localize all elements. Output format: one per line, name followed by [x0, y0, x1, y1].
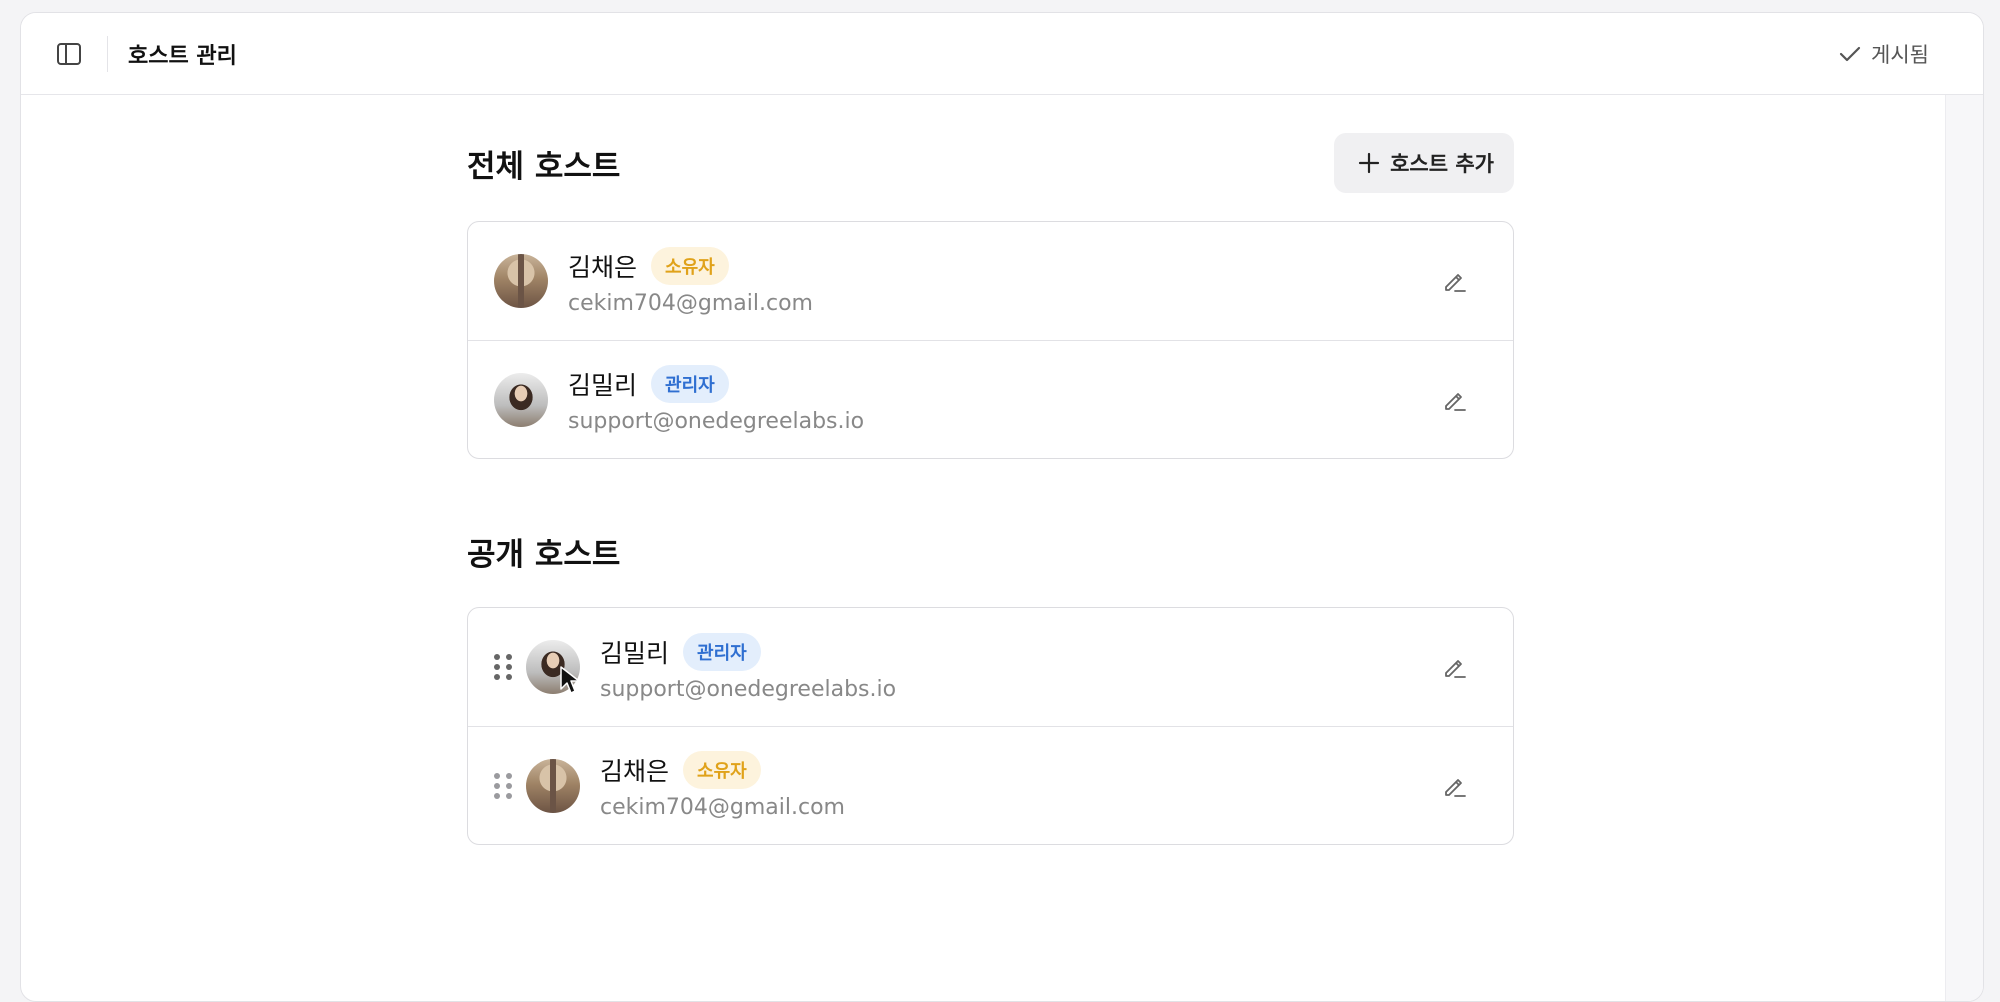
host-name: 김밀리 — [568, 371, 638, 400]
edit-pencil-icon[interactable] — [1435, 380, 1475, 420]
host-name: 김밀리 — [600, 638, 670, 668]
host-row: 김밀리 관리자 support@onedegreelabs.io — [468, 340, 1513, 458]
all-hosts-list: 김채은 소유자 cekim704@gmail.com 김밀리 관리자 suppo… — [467, 221, 1514, 459]
mouse-cursor-icon — [560, 666, 580, 694]
published-status: 게시됨 — [1839, 39, 1929, 69]
sidebar-toggle-icon[interactable] — [49, 34, 89, 74]
avatar — [494, 372, 548, 427]
role-badge: 관리자 — [651, 365, 729, 403]
host-row[interactable]: 김밀리 관리자 support@onedegreelabs.io — [468, 608, 1513, 726]
host-name: 김채은 — [568, 252, 638, 282]
host-name: 김채은 — [600, 757, 670, 786]
role-badge: 관리자 — [683, 632, 761, 671]
host-email: cekim704@gmail.com — [568, 290, 813, 316]
host-email: support@onedegreelabs.io — [568, 409, 865, 434]
right-rail — [1945, 95, 1983, 1001]
host-email: support@onedegreelabs.io — [600, 676, 897, 702]
plus-icon — [1358, 152, 1380, 174]
drag-handle-icon[interactable] — [494, 653, 514, 681]
published-status-label: 게시됨 — [1871, 42, 1929, 67]
edit-pencil-icon[interactable] — [1435, 647, 1475, 687]
page-title: 호스트 관리 — [128, 43, 237, 69]
role-badge: 소유자 — [683, 751, 761, 789]
main-content: 전체 호스트 호스트 추가 김채은 소유자 cekim704@gmail.com — [467, 133, 1514, 845]
add-host-button-label: 호스트 추가 — [1390, 152, 1494, 176]
drag-handle-icon[interactable] — [494, 772, 514, 800]
public-hosts-title: 공개 호스트 — [467, 536, 621, 573]
public-hosts-header: 공개 호스트 — [467, 521, 1514, 581]
host-row[interactable]: 김채은 소유자 cekim704@gmail.com — [468, 726, 1513, 844]
avatar — [526, 758, 580, 813]
check-icon — [1839, 46, 1861, 61]
public-hosts-list: 김밀리 관리자 support@onedegreelabs.io 김채은 소유자… — [467, 607, 1514, 845]
edit-pencil-icon[interactable] — [1435, 766, 1475, 806]
avatar — [494, 254, 548, 308]
host-row: 김채은 소유자 cekim704@gmail.com — [468, 222, 1513, 340]
add-host-button[interactable]: 호스트 추가 — [1334, 133, 1514, 193]
app-window: 호스트 관리 게시됨 전체 호스트 호스트 추가 김채은 소유자 cekim70… — [20, 12, 1984, 1002]
all-hosts-title: 전체 호스트 — [467, 148, 621, 185]
all-hosts-header: 전체 호스트 호스트 추가 — [467, 133, 1514, 193]
role-badge: 소유자 — [651, 246, 729, 285]
topbar-divider — [107, 35, 108, 72]
edit-pencil-icon[interactable] — [1435, 261, 1475, 301]
host-email: cekim704@gmail.com — [600, 795, 845, 820]
top-bar: 호스트 관리 게시됨 — [21, 13, 1983, 95]
